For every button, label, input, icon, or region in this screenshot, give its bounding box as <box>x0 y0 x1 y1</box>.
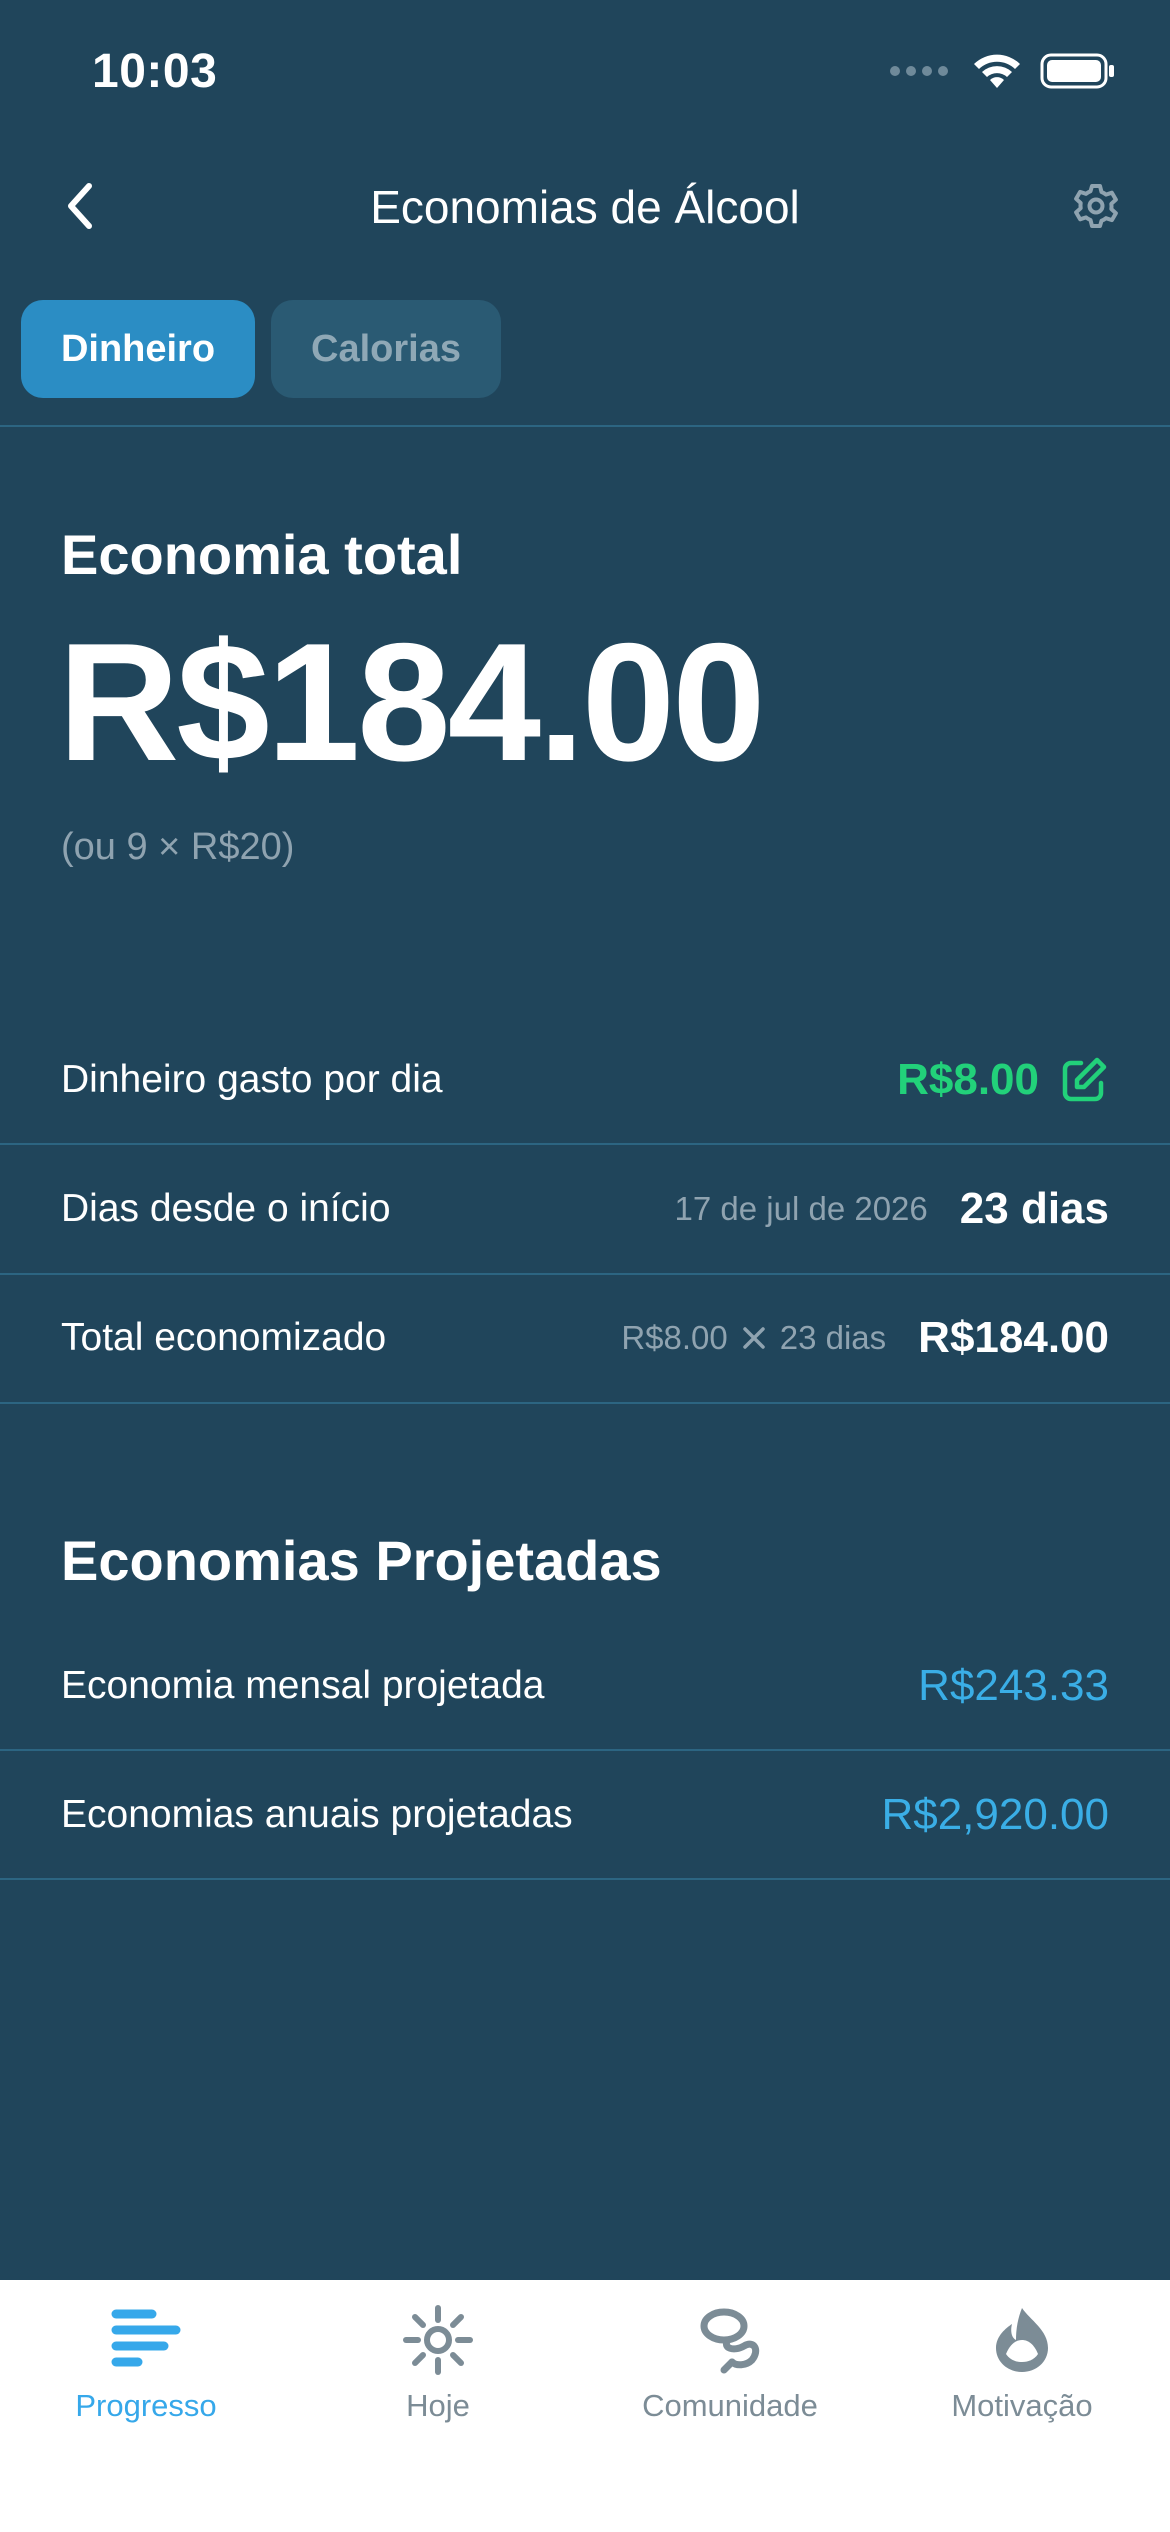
tab-label: Hoje <box>406 2388 470 2423</box>
tab-motivacao[interactable]: Motivação <box>876 2280 1168 2430</box>
total-savings-heading: Economia total <box>61 523 463 586</box>
segment-calorias[interactable]: Calorias <box>271 300 501 398</box>
row-label: Dias desde o início <box>61 1187 391 1230</box>
row-label: Total economizado <box>61 1316 387 1359</box>
divider <box>0 425 1170 427</box>
settings-button[interactable] <box>1068 178 1124 234</box>
status-icons <box>890 52 1116 90</box>
total-saved-value: R$184.00 <box>918 1313 1109 1362</box>
segment-dinheiro[interactable]: Dinheiro <box>21 300 255 398</box>
spent-per-day-value: R$8.00 <box>897 1055 1039 1104</box>
projected-monthly-value: R$243.33 <box>918 1661 1109 1710</box>
progress-icon <box>106 2300 186 2380</box>
tab-bar: Progresso Hoje Comunidade Motivação <box>0 2280 1170 2532</box>
edit-icon <box>1062 1057 1107 1102</box>
row-days-since-start: Dias desde o início 17 de jul de 2026 23… <box>0 1145 1170 1273</box>
multiply-icon <box>743 1327 765 1349</box>
tab-progresso[interactable]: Progresso <box>0 2280 292 2430</box>
row-projected-monthly: Economia mensal projetada R$243.33 <box>0 1622 1170 1750</box>
tab-label: Progresso <box>75 2388 217 2423</box>
formula-days: 23 dias <box>779 1319 887 1356</box>
formula-daily-amount: R$8.00 <box>621 1319 728 1356</box>
gear-icon <box>1074 184 1118 228</box>
row-label: Economias anuais projetadas <box>61 1793 573 1836</box>
row-total-saved: Total economizado R$8.00 23 dias R$184.0… <box>0 1274 1170 1402</box>
row-spent-per-day: Dinheiro gasto por dia R$8.00 <box>0 1016 1170 1144</box>
row-projected-annual: Economias anuais projetadas R$2,920.00 <box>0 1751 1170 1879</box>
days-count: 23 dias <box>959 1184 1109 1233</box>
tab-label: Motivação <box>951 2388 1093 2423</box>
status-bar: 10:03 <box>0 0 1170 140</box>
sun-icon <box>398 2300 478 2380</box>
community-icon <box>690 2300 770 2380</box>
row-label: Economia mensal projetada <box>61 1664 545 1707</box>
status-time: 10:03 <box>92 45 218 98</box>
page-title: Economias de Álcool <box>370 181 800 233</box>
divider <box>0 1402 1170 1404</box>
battery-icon <box>1040 53 1114 89</box>
divider <box>0 1878 1170 1880</box>
total-formula: R$8.00 23 dias <box>621 1319 886 1357</box>
motivation-icon <box>982 2300 1062 2380</box>
total-savings-amount: R$184.00 <box>58 608 766 796</box>
row-label: Dinheiro gasto por dia <box>61 1058 443 1101</box>
total-savings-equivalent: (ou 9 × R$20) <box>61 826 295 868</box>
edit-button[interactable] <box>1059 1055 1109 1105</box>
segmented-control: Dinheiro Calorias <box>21 300 501 398</box>
start-date: 17 de jul de 2026 <box>674 1190 928 1227</box>
projected-annual-value: R$2,920.00 <box>881 1790 1109 1839</box>
tab-hoje[interactable]: Hoje <box>292 2280 584 2430</box>
tab-comunidade[interactable]: Comunidade <box>584 2280 876 2430</box>
projected-savings-heading: Economias Projetadas <box>61 1529 662 1592</box>
cellular-signal-icon <box>890 66 948 76</box>
tab-label: Comunidade <box>642 2388 818 2423</box>
wifi-icon <box>974 54 1020 88</box>
navigation-bar: Economias de Álcool <box>0 150 1170 262</box>
